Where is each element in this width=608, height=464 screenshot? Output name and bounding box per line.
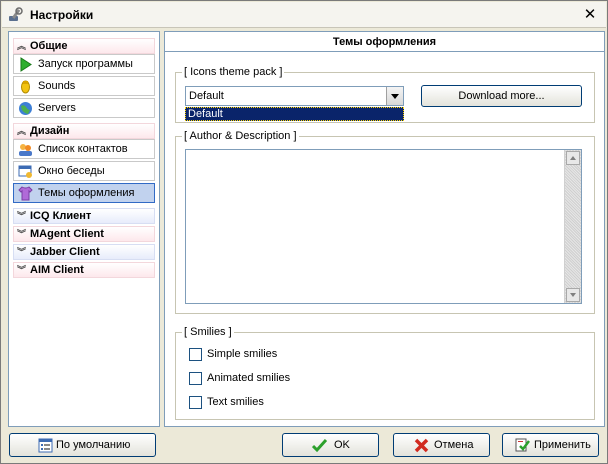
ok-button[interactable]: OK — [282, 433, 379, 457]
nav-group-general[interactable]: ︽ Общие — [13, 38, 155, 54]
button-label: По умолчанию — [56, 439, 131, 451]
checkbox-box[interactable] — [189, 372, 202, 385]
button-label: Отмена — [434, 439, 474, 451]
themes-pane: Темы оформления [ Icons theme pack ] Def… — [164, 31, 605, 427]
author-description-text[interactable] — [185, 149, 582, 304]
collapse-chevron-icon: ︽ — [17, 126, 27, 136]
nav-item-label: Темы оформления — [38, 187, 135, 199]
scroll-down-icon[interactable] — [566, 288, 580, 302]
nav-group-icq[interactable]: ︾ ICQ Клиент — [13, 208, 155, 224]
settings-tools-icon — [9, 7, 23, 21]
nav-group-label: AIM Client — [30, 264, 84, 276]
group-label: [ Author & Description ] — [182, 130, 299, 142]
nav-item-chat-window[interactable]: Окно беседы — [13, 161, 155, 181]
globe-icon — [19, 102, 32, 115]
close-button[interactable]: ✕ — [582, 6, 598, 24]
title-bar[interactable]: Настройки ✕ — [2, 2, 606, 28]
nav-item-contact-list[interactable]: Список контактов — [13, 139, 155, 159]
download-more-button[interactable]: Download more... — [421, 85, 582, 107]
nav-item-startup[interactable]: Запуск программы — [13, 54, 155, 74]
nav-item-label: Список контактов — [38, 143, 128, 155]
expand-chevron-icon: ︾ — [17, 229, 27, 239]
cancel-x-icon — [414, 438, 429, 453]
pane-title: Темы оформления — [165, 32, 604, 52]
apply-button[interactable]: Применить — [502, 433, 599, 457]
defaults-button[interactable]: По умолчанию — [9, 433, 156, 457]
select-value: Default — [189, 90, 224, 102]
nav-item-label: Servers — [38, 102, 76, 114]
nav-item-label: Запуск программы — [38, 58, 133, 70]
chat-window-icon — [18, 165, 32, 178]
button-label: OK — [334, 439, 350, 451]
button-label: Применить — [534, 439, 591, 451]
theme-shirt-icon — [18, 186, 33, 201]
dropdown-option-default[interactable]: Default — [185, 107, 404, 121]
dropdown-arrow-icon[interactable] — [386, 87, 403, 105]
scroll-up-icon[interactable] — [566, 151, 580, 165]
checkbox-box[interactable] — [189, 348, 202, 361]
client-area: ︽ Общие Запуск программы Sounds Servers … — [2, 29, 606, 463]
close-icon: ✕ — [583, 6, 597, 23]
expand-chevron-icon: ︾ — [17, 247, 27, 257]
nav-group-label: MAgent Client — [30, 228, 104, 240]
expand-chevron-icon: ︾ — [17, 211, 27, 221]
checkbox-box[interactable] — [189, 396, 202, 409]
nav-item-sounds[interactable]: Sounds — [13, 76, 155, 96]
checkbox-label: Animated smilies — [207, 372, 291, 384]
sound-icon — [21, 80, 30, 94]
collapse-chevron-icon: ︽ — [17, 41, 27, 51]
nav-item-label: Sounds — [38, 80, 76, 92]
window-title: Настройки — [30, 8, 94, 22]
nav-group-aim[interactable]: ︾ AIM Client — [13, 262, 155, 278]
apply-icon — [515, 438, 530, 452]
checkmark-icon — [312, 438, 327, 453]
vertical-scrollbar[interactable] — [564, 150, 581, 303]
settings-window: Настройки ✕ ︽ Общие Запуск программы Sou… — [0, 0, 608, 464]
nav-group-label: ICQ Клиент — [30, 210, 92, 222]
play-icon — [20, 57, 32, 72]
nav-group-label: Общие — [30, 40, 68, 52]
settings-navigation: ︽ Общие Запуск программы Sounds Servers … — [8, 31, 160, 427]
cancel-button[interactable]: Отмена — [393, 433, 490, 457]
icons-theme-select[interactable]: Default — [185, 86, 404, 106]
nav-group-label: Дизайн — [30, 125, 70, 137]
expand-chevron-icon: ︾ — [17, 265, 27, 275]
nav-group-design[interactable]: ︽ Дизайн — [13, 123, 155, 139]
checkbox-label: Simple smilies — [207, 348, 278, 360]
checkbox-label: Text smilies — [207, 396, 264, 408]
nav-item-label: Окно беседы — [38, 165, 105, 177]
nav-item-themes[interactable]: Темы оформления — [13, 183, 155, 203]
nav-group-label: Jabber Client — [30, 246, 100, 258]
nav-item-servers[interactable]: Servers — [13, 98, 155, 118]
defaults-list-icon — [38, 438, 53, 453]
nav-group-jabber[interactable]: ︾ Jabber Client — [13, 244, 155, 260]
contacts-icon — [19, 144, 32, 156]
group-label: [ Smilies ] — [182, 326, 234, 338]
group-label: [ Icons theme pack ] — [182, 66, 285, 78]
nav-group-magent[interactable]: ︾ MAgent Client — [13, 226, 155, 242]
